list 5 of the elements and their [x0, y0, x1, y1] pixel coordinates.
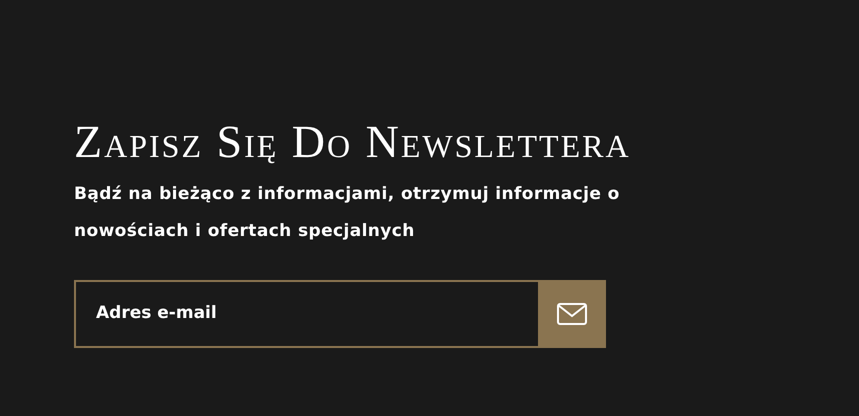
envelope-icon	[557, 302, 587, 325]
newsletter-description: Bądź na bieżąco z informacjami, otrzymuj informacje o nowościach i ofertach specjalnych	[74, 182, 621, 243]
subscribe-button[interactable]	[538, 280, 606, 348]
email-field[interactable]: Adres e-mail	[74, 280, 538, 348]
newsletter-title: Zapisz Się Do Newslettera	[74, 117, 632, 168]
